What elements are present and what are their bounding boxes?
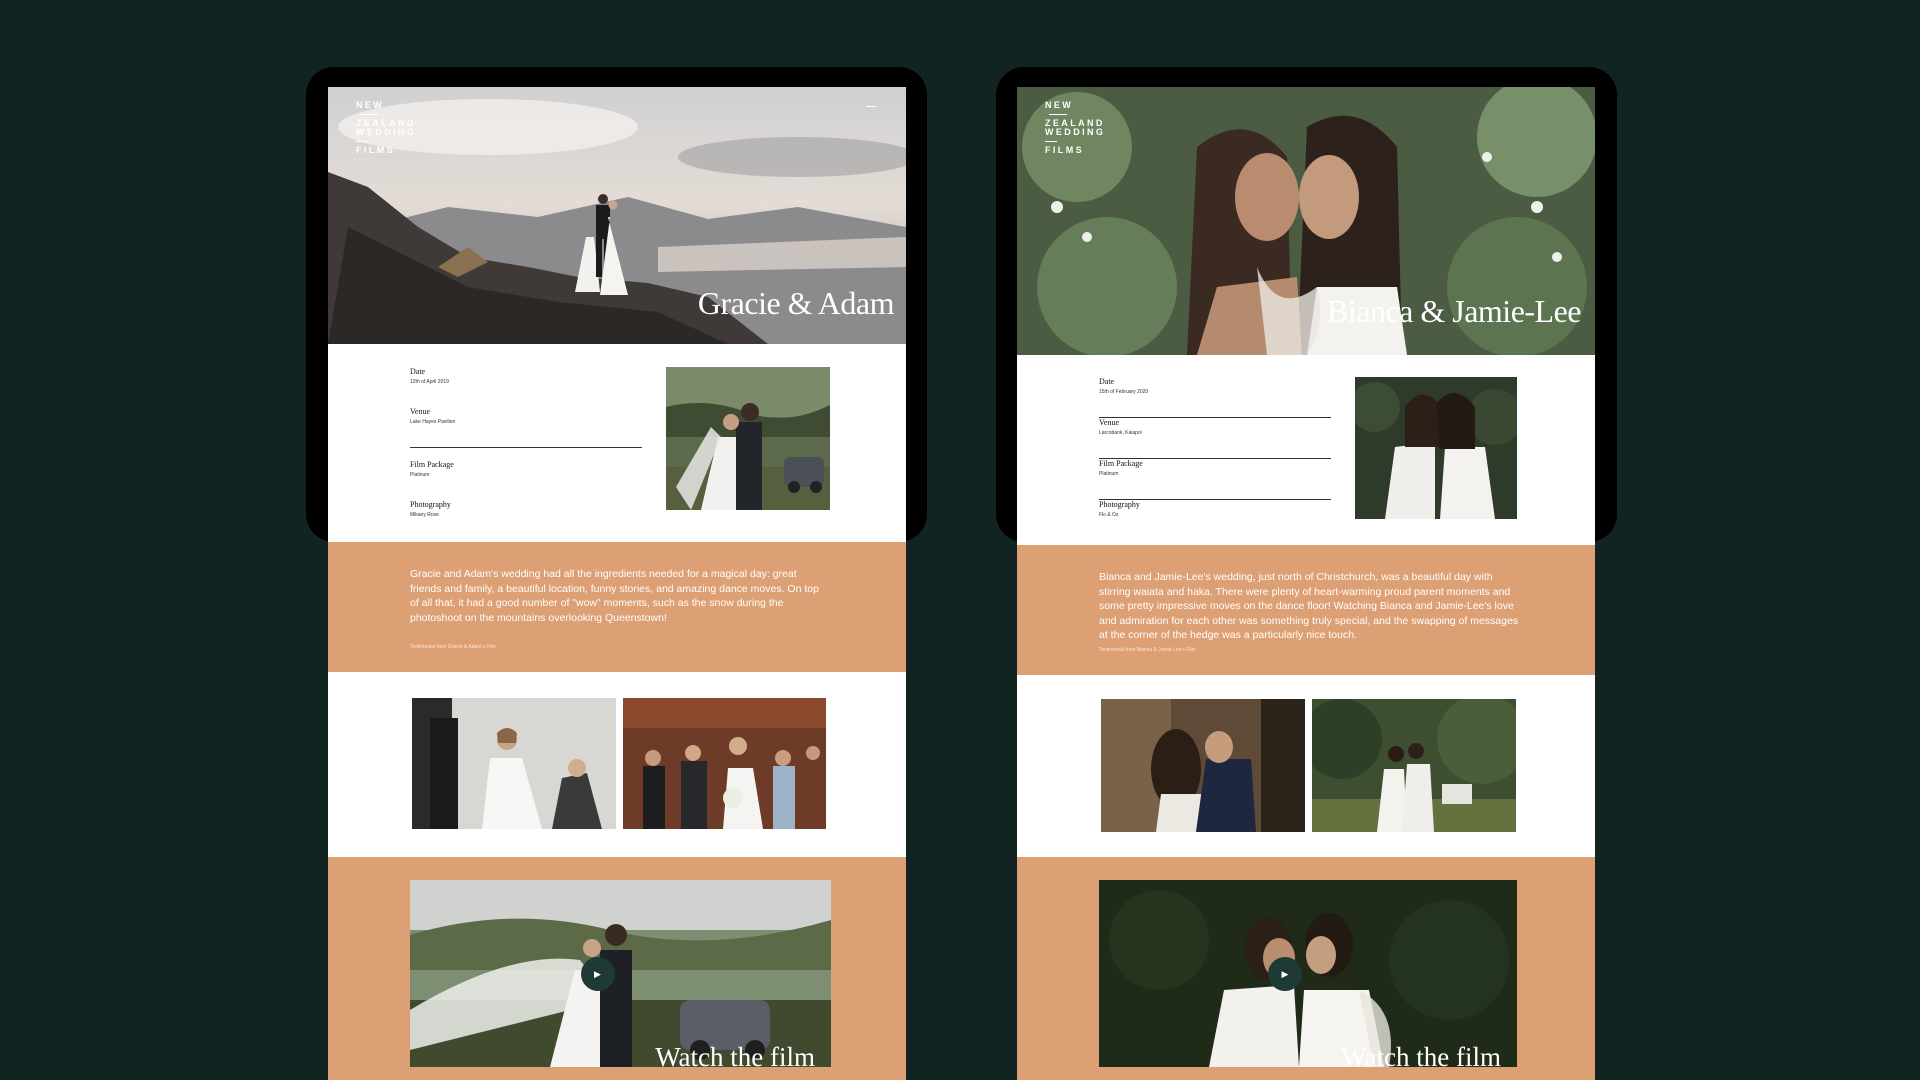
wedding-page-gracie-adam: NEW ZEALAND WEDDING FILMS Gracie & Adam … [328, 87, 906, 1080]
gallery-photo-bride-preparation [412, 698, 616, 829]
film-video[interactable]: ▶ Watch the film [410, 880, 831, 1067]
couple-title: Gracie & Adam [697, 285, 895, 321]
hero-image: NEW ZEALAND WEDDING FILMS Gracie & Adam [328, 87, 906, 344]
play-button[interactable]: ▶ [1268, 956, 1302, 991]
play-button[interactable]: ▶ [580, 956, 615, 991]
couple-title: Bianca & Jamie-Lee [1327, 293, 1581, 329]
couple-photo [666, 367, 830, 510]
detail-photography: Photography Flo & Oz [1099, 500, 1140, 518]
detail-film-package: Film Package Platinum [410, 460, 454, 478]
watch-film-label[interactable]: Watch the film [1341, 1042, 1501, 1067]
detail-date: Date 12th of April 2019 [410, 367, 449, 385]
detail-film-package: Film Package Platinum [1099, 459, 1331, 500]
couple-photo [1355, 377, 1517, 519]
story-band: Gracie and Adam's wedding had all the in… [328, 542, 906, 672]
wedding-details: Date 12th of April 2019 Venue Lake Hayes… [410, 367, 642, 540]
gallery-photo-embrace [1101, 699, 1305, 832]
watch-film-label[interactable]: Watch the film [655, 1042, 815, 1067]
film-video[interactable]: ▶ Watch the film [1099, 880, 1517, 1067]
brand-logo[interactable]: NEW ZEALAND WEDDING FILMS [356, 101, 416, 155]
hero-image: NEW ZEALAND WEDDING FILMS Bianca & Jamie… [1017, 87, 1595, 355]
story-band: Bianca and Jamie-Lee's wedding, just nor… [1017, 545, 1595, 675]
wedding-details: Date 15th of February 2020 Venue Larcoba… [1099, 377, 1331, 540]
story-credit: Testimonial from Bianca & Jamie-Lee's Fi… [1099, 647, 1196, 653]
wedding-page-bianca-jamie-lee: NEW ZEALAND WEDDING FILMS Bianca & Jamie… [1017, 87, 1595, 1080]
detail-venue: Venue Lake Hayes Pavilion [410, 407, 642, 448]
detail-photography: Photography Mikaey Rose [410, 500, 451, 518]
story-text: Gracie and Adam's wedding had all the in… [410, 568, 819, 624]
gallery-photo-garden-kiss [1312, 699, 1516, 832]
detail-venue: Venue Larcobank, Kaiapoi [1099, 418, 1331, 459]
detail-date: Date 15th of February 2020 [1099, 377, 1331, 418]
story-text: Bianca and Jamie-Lee's wedding, just nor… [1099, 571, 1519, 641]
brand-logo[interactable]: NEW ZEALAND WEDDING FILMS [1045, 101, 1105, 155]
gallery-photo-ceremony [623, 698, 826, 829]
menu-icon[interactable] [866, 106, 876, 107]
story-credit: Testimonial from Gracie & Adam's Film [410, 644, 496, 650]
